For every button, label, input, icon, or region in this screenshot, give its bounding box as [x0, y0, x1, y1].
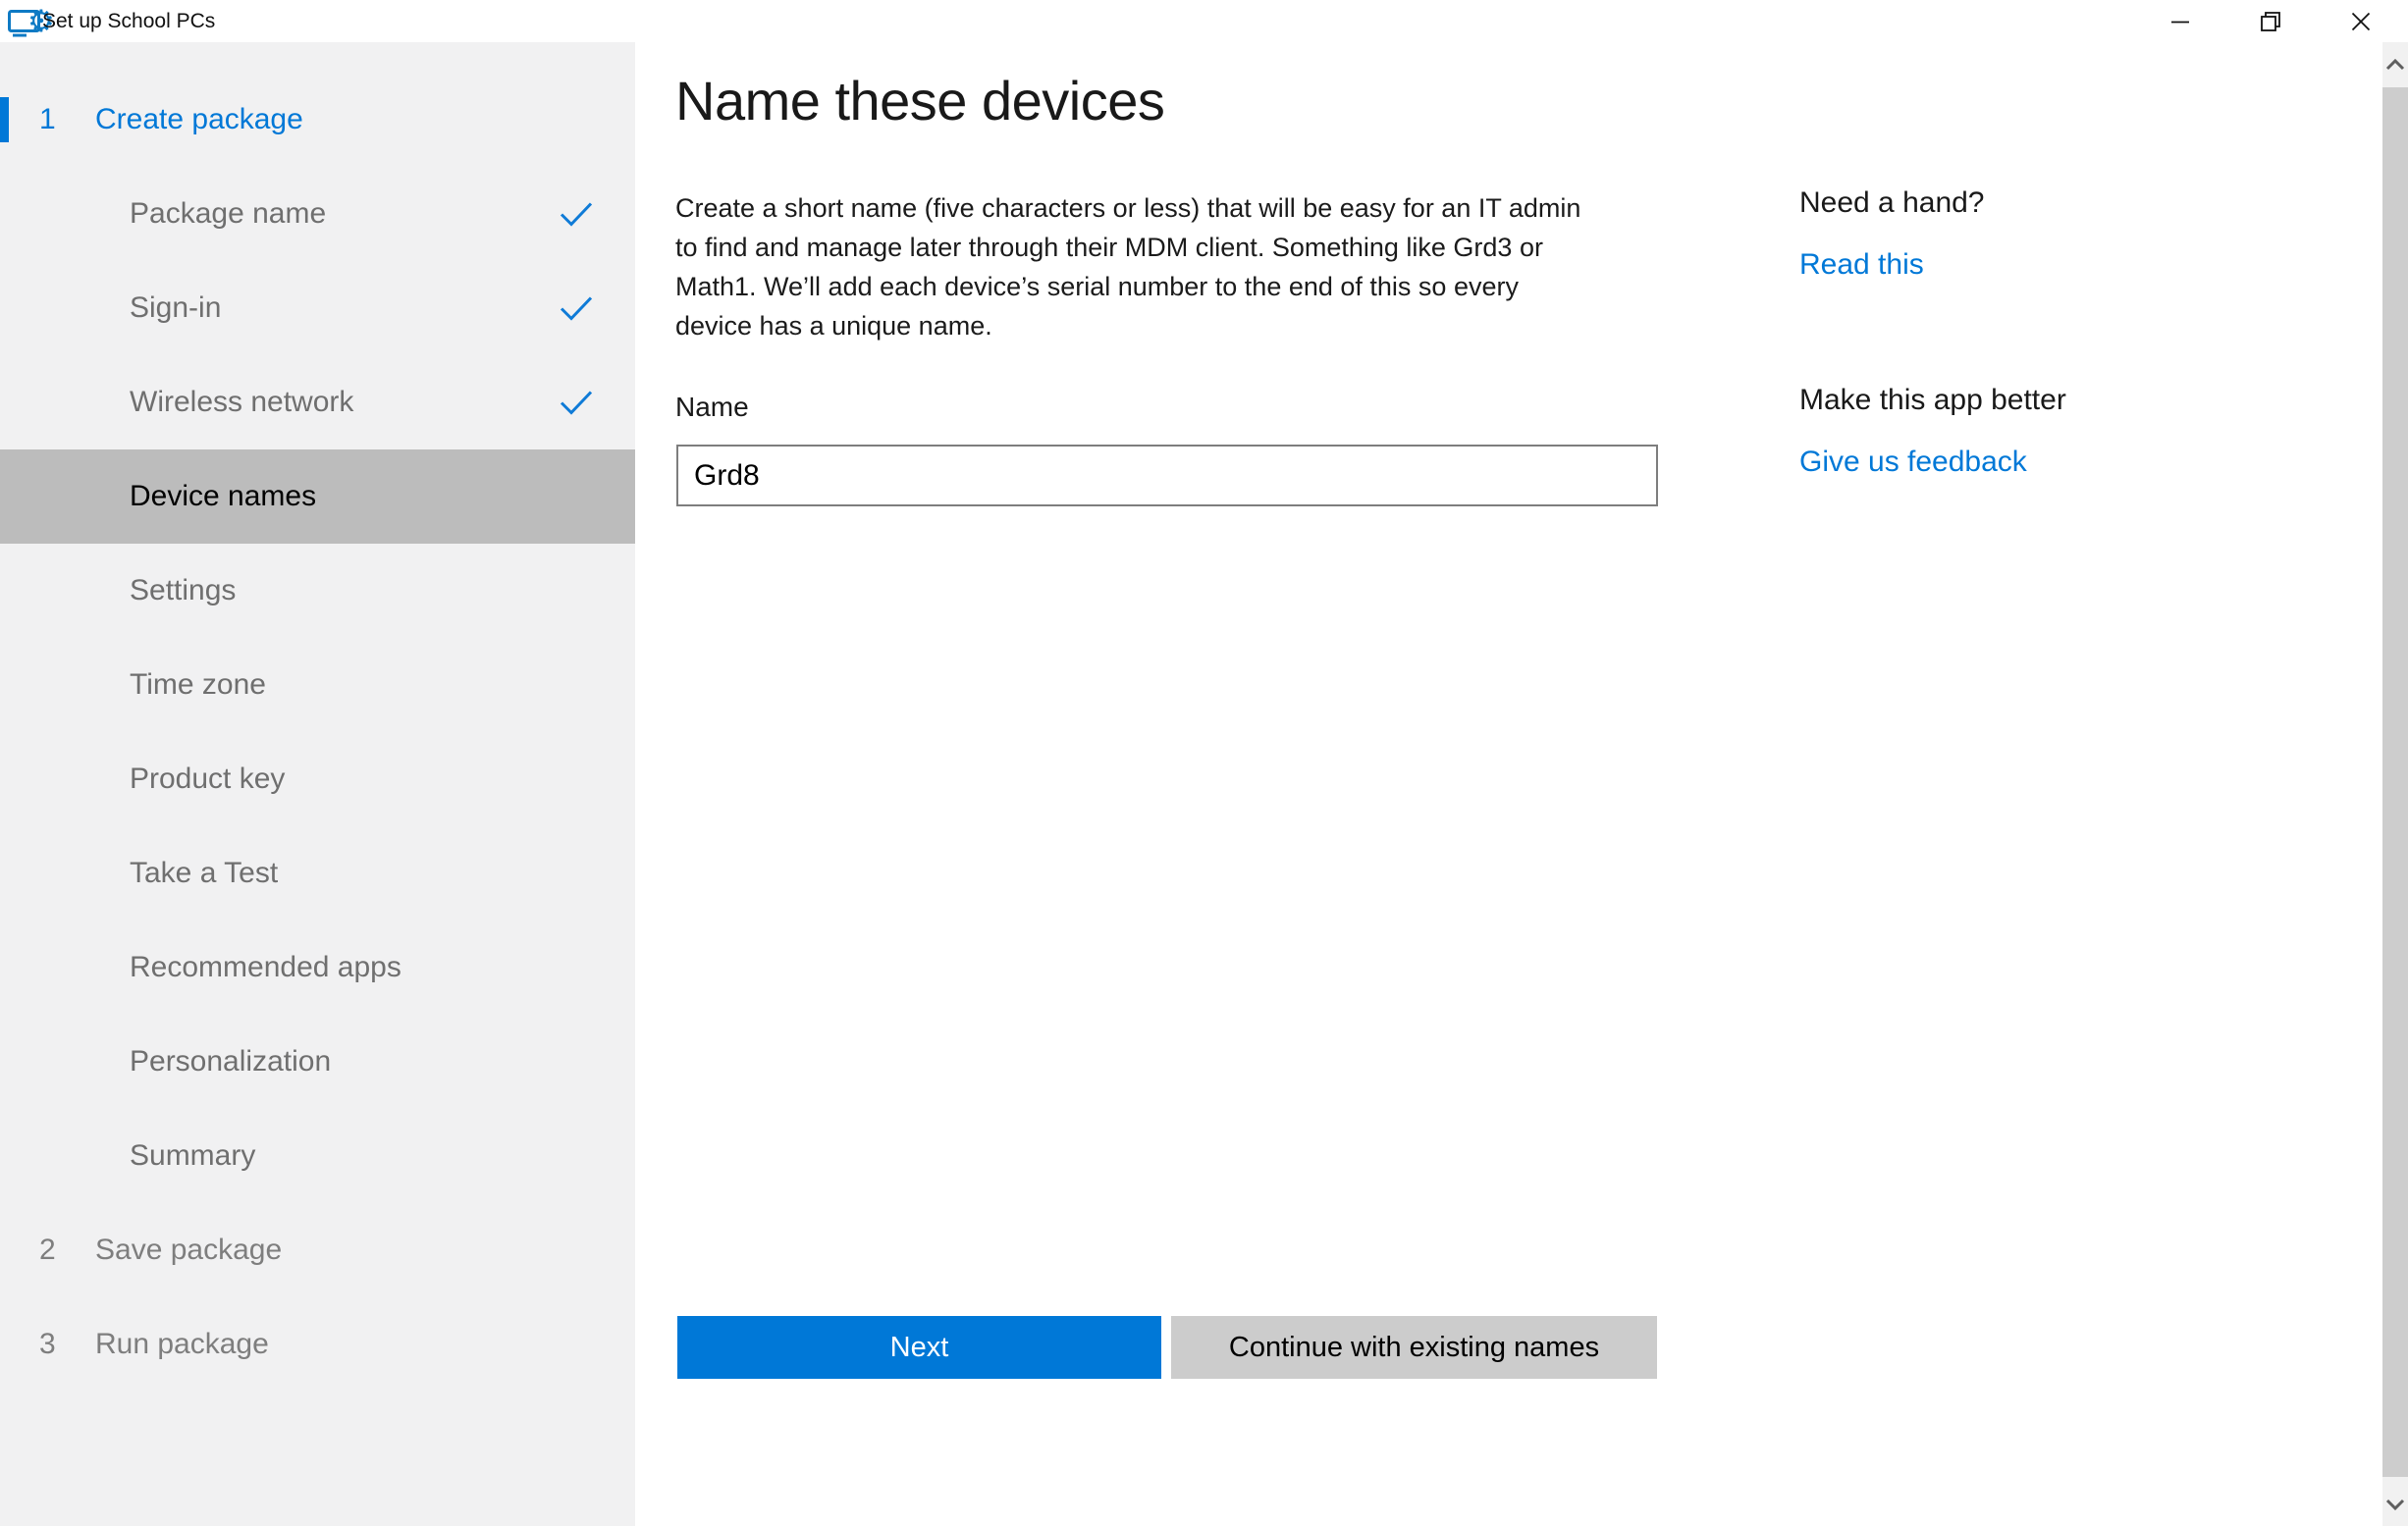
checkmark-icon — [559, 294, 594, 323]
sidebar-item-summary[interactable]: Summary — [0, 1109, 635, 1203]
window-controls — [2135, 0, 2406, 42]
name-input[interactable] — [676, 445, 1658, 506]
sidebar-item-take-a-test[interactable]: Take a Test — [0, 826, 635, 921]
sidebar: 1 Create package Package name Sign-in Wi… — [0, 42, 635, 1526]
item-label: Recommended apps — [130, 951, 401, 984]
step-label: Save package — [95, 1234, 282, 1267]
close-button[interactable] — [2316, 0, 2406, 42]
description-text: Create a short name (five characters or … — [675, 188, 1775, 345]
make-app-better-heading: Make this app better — [1799, 384, 2066, 417]
page-title: Name these devices — [675, 69, 1164, 132]
read-this-link[interactable]: Read this — [1799, 248, 1924, 282]
item-label: Take a Test — [130, 857, 278, 890]
checkmark-icon — [559, 200, 594, 229]
window-title: Set up School PCs — [42, 0, 215, 42]
sidebar-step-run-package[interactable]: 3 Run package — [0, 1297, 635, 1392]
name-label: Name — [675, 392, 749, 423]
step-number: 2 — [39, 1234, 56, 1267]
item-label: Device names — [130, 480, 316, 513]
sidebar-item-package-name[interactable]: Package name — [0, 167, 635, 261]
chevron-up-icon — [2385, 59, 2405, 71]
sidebar-item-time-zone[interactable]: Time zone — [0, 638, 635, 732]
scroll-up-button[interactable] — [2382, 42, 2408, 86]
sidebar-item-product-key[interactable]: Product key — [0, 732, 635, 826]
minimize-button[interactable] — [2135, 0, 2225, 42]
item-label: Sign-in — [130, 291, 221, 325]
scrollbar[interactable] — [2382, 42, 2408, 1526]
need-a-hand-heading: Need a hand? — [1799, 186, 1985, 220]
sidebar-step-create-package[interactable]: 1 Create package — [0, 73, 635, 167]
item-label: Personalization — [130, 1045, 331, 1079]
item-label: Product key — [130, 763, 285, 796]
scroll-thumb[interactable] — [2382, 87, 2408, 1477]
item-label: Time zone — [130, 668, 266, 702]
sidebar-item-sign-in[interactable]: Sign-in — [0, 261, 635, 355]
step-number: 1 — [39, 103, 56, 136]
sidebar-item-device-names[interactable]: Device names — [0, 449, 635, 544]
step-label: Create package — [95, 103, 303, 136]
item-label: Settings — [130, 574, 236, 607]
minimize-icon — [2167, 8, 2194, 35]
app-window: { "window": { "title": "Set up School PC… — [0, 0, 2408, 1526]
active-step-accent-bar — [0, 97, 9, 142]
checkmark-icon — [559, 389, 594, 417]
step-number: 3 — [39, 1328, 56, 1361]
sidebar-item-wireless-network[interactable]: Wireless network — [0, 355, 635, 449]
close-icon — [2347, 8, 2375, 35]
sidebar-item-settings[interactable]: Settings — [0, 544, 635, 638]
next-button[interactable]: Next — [677, 1316, 1161, 1379]
sidebar-step-save-package[interactable]: 2 Save package — [0, 1203, 635, 1297]
give-feedback-link[interactable]: Give us feedback — [1799, 446, 2027, 479]
item-label: Summary — [130, 1139, 255, 1173]
sidebar-item-personalization[interactable]: Personalization — [0, 1015, 635, 1109]
restore-button[interactable] — [2225, 0, 2316, 42]
chevron-down-icon — [2385, 1499, 2405, 1510]
item-label: Wireless network — [130, 386, 353, 419]
scroll-down-button[interactable] — [2382, 1482, 2408, 1526]
continue-with-existing-names-button[interactable]: Continue with existing names — [1171, 1316, 1657, 1379]
sidebar-item-recommended-apps[interactable]: Recommended apps — [0, 921, 635, 1015]
title-bar: ⚙ Set up School PCs — [0, 0, 2408, 42]
restore-icon — [2257, 8, 2284, 35]
item-label: Package name — [130, 197, 326, 231]
step-label: Run package — [95, 1328, 269, 1361]
